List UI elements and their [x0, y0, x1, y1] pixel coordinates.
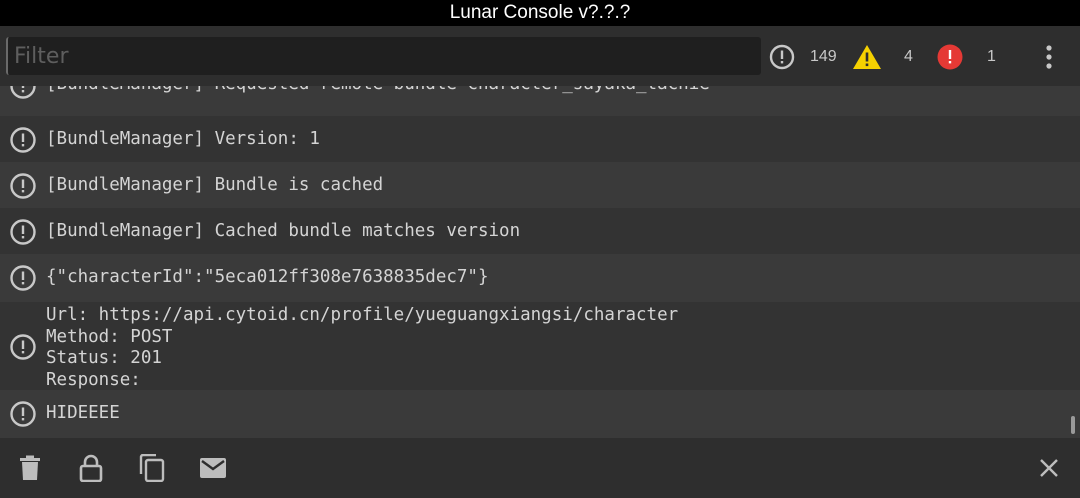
- info-circle-icon: [769, 44, 795, 70]
- log-message: [BundleManager] Version: 1: [46, 129, 320, 149]
- log-row[interactable]: [BundleManager] Version: 1: [0, 116, 1080, 162]
- copy-button[interactable]: [136, 452, 168, 484]
- log-list[interactable]: [BundleManager] Requested remote bundle …: [0, 86, 1080, 438]
- log-message: {"characterId":"5eca012ff308e7638835dec7…: [46, 267, 489, 287]
- log-row[interactable]: [BundleManager] Requested remote bundle …: [0, 86, 1080, 116]
- warning-triangle-icon: [853, 45, 881, 69]
- email-icon: [200, 458, 226, 478]
- copy-icon: [139, 454, 165, 482]
- info-circle-icon: [10, 265, 36, 291]
- bottom-toolbar: [0, 438, 1080, 498]
- close-icon: [1040, 459, 1058, 477]
- scrollbar-thumb[interactable]: [1071, 416, 1075, 434]
- info-circle-icon: [10, 219, 36, 245]
- log-row[interactable]: [BundleManager] Bundle is cached: [0, 162, 1080, 208]
- error-count: 1: [987, 48, 996, 65]
- more-menu-button[interactable]: [1038, 43, 1060, 71]
- log-row[interactable]: [BundleManager] Cached bundle matches ve…: [0, 208, 1080, 254]
- log-message: [BundleManager] Requested remote bundle …: [46, 86, 710, 96]
- close-button[interactable]: [1033, 452, 1065, 484]
- filter-field[interactable]: [6, 37, 761, 75]
- warning-count: 4: [904, 48, 913, 65]
- info-circle-icon: [10, 334, 36, 360]
- email-button[interactable]: [197, 452, 229, 484]
- lock-icon: [79, 454, 103, 482]
- info-circle-icon: [10, 401, 36, 427]
- more-vertical-icon: [1046, 45, 1052, 69]
- log-row[interactable]: Url: https://api.cytoid.cn/profile/yuegu…: [0, 302, 1080, 390]
- log-counter[interactable]: 149: [769, 43, 837, 71]
- info-circle-icon: [10, 173, 36, 199]
- clear-button[interactable]: [14, 452, 46, 484]
- log-count: 149: [810, 48, 837, 65]
- log-message: Url: https://api.cytoid.cn/profile/yuegu…: [46, 305, 679, 390]
- error-counter[interactable]: 1: [937, 43, 996, 71]
- log-row[interactable]: HIDEEEE: [0, 390, 1080, 438]
- window-title: Lunar Console v?.?.?: [0, 0, 1080, 26]
- toolbar: 149 4 1: [0, 26, 1080, 86]
- info-circle-icon: [10, 86, 36, 99]
- error-circle-icon: [937, 44, 963, 70]
- warning-counter[interactable]: 4: [852, 43, 913, 71]
- log-message: HIDEEEE: [46, 403, 120, 423]
- trash-icon: [20, 455, 40, 480]
- lock-scroll-button[interactable]: [75, 452, 107, 484]
- log-message: [BundleManager] Cached bundle matches ve…: [46, 221, 521, 241]
- log-message: [BundleManager] Bundle is cached: [46, 175, 384, 195]
- log-row[interactable]: {"characterId":"5eca012ff308e7638835dec7…: [0, 254, 1080, 302]
- filter-input[interactable]: [8, 37, 761, 75]
- info-circle-icon: [10, 127, 36, 153]
